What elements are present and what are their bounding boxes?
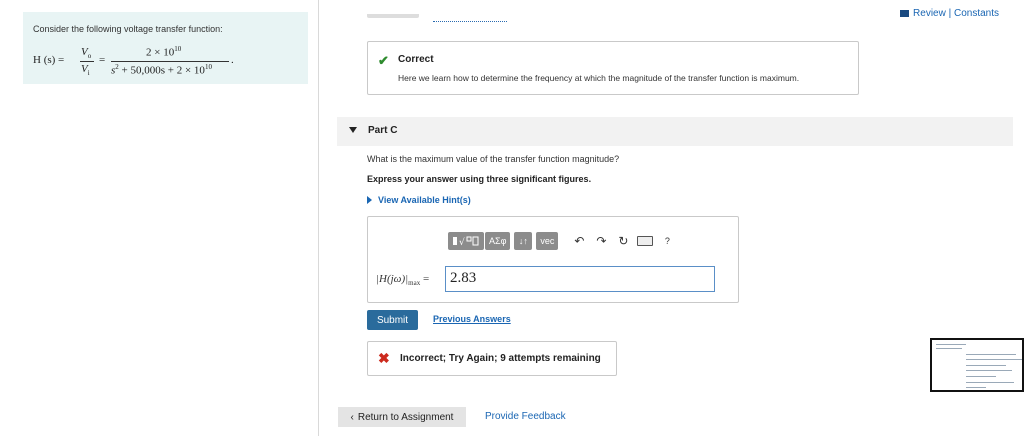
math-toolbar: √ ΑΣφ ↓↑ vec ↶ ↷ ↻ ? <box>448 231 676 251</box>
problem-statement: Consider the following voltage transfer … <box>23 12 308 84</box>
incorrect-message: Incorrect; Try Again; 9 attempts remaini… <box>400 353 601 364</box>
correct-feedback-box: ✔ Correct Here we learn how to determine… <box>367 41 859 95</box>
collapse-triangle-icon[interactable] <box>349 127 357 133</box>
incorrect-feedback-box: ✖ Incorrect; Try Again; 9 attempts remai… <box>367 341 617 376</box>
keyboard-icon[interactable] <box>636 232 654 250</box>
part-c-label: Part C <box>368 125 398 136</box>
greek-symbols-button[interactable]: ΑΣφ <box>485 232 511 250</box>
redo-icon[interactable]: ↷ <box>592 232 610 250</box>
return-to-assignment-button[interactable]: ‹ Return to Assignment <box>338 407 466 427</box>
question-text: What is the maximum value of the transfe… <box>367 154 620 164</box>
submit-button[interactable]: Submit <box>367 310 418 330</box>
previous-submit-button-cut[interactable] <box>367 14 419 18</box>
x-icon: ✖ <box>378 350 390 366</box>
hint-arrow-icon <box>367 196 372 204</box>
review-constants-link[interactable]: Review | Constants <box>900 8 999 19</box>
view-hints-link[interactable]: View Available Hint(s) <box>367 195 471 205</box>
answer-input[interactable]: 2.83 <box>445 266 715 292</box>
transfer-function-equation: H (s) = Vo Vi = 2 × 1010 s2 + 50,000s + … <box>33 44 303 78</box>
checkmark-icon: ✔ <box>378 53 389 68</box>
provide-feedback-link[interactable]: Provide Feedback <box>485 411 566 422</box>
part-c-header[interactable]: Part C <box>337 117 1013 146</box>
page-thumbnail[interactable] <box>930 338 1024 392</box>
correct-title: Correct <box>398 54 434 65</box>
svg-text:√: √ <box>459 237 465 247</box>
reset-icon[interactable]: ↻ <box>614 232 632 250</box>
undo-icon[interactable]: ↶ <box>570 232 588 250</box>
answer-label: |H(jω)|max = <box>376 273 430 288</box>
problem-panel: Consider the following voltage transfer … <box>0 0 319 436</box>
previous-answers-link[interactable]: Previous Answers <box>433 314 511 324</box>
assignment-panel: Review | Constants ✔ Correct Here we lea… <box>319 0 1024 436</box>
vector-button[interactable]: vec <box>536 232 559 250</box>
correct-message: Here we learn how to determine the frequ… <box>398 73 800 83</box>
eq-ratio-denominator: Vi <box>81 63 90 78</box>
previous-answers-link-cut[interactable] <box>433 19 507 22</box>
book-icon <box>900 10 910 17</box>
subscript-arrows-button[interactable]: ↓↑ <box>514 232 533 250</box>
answer-box: √ ΑΣφ ↓↑ vec ↶ ↷ ↻ ? |H(jω)|max = 2.83 <box>367 216 739 303</box>
eq-ratio-numerator: Vo <box>81 46 92 61</box>
eq-equals: = <box>99 54 106 66</box>
eq-denominator: s2 + 50,000s + 2 × 1010 <box>111 63 212 77</box>
problem-intro: Consider the following voltage transfer … <box>33 24 223 34</box>
eq-lhs: H (s) = <box>33 54 65 66</box>
templates-icon[interactable]: √ <box>448 232 484 250</box>
eq-numerator: 2 × 1010 <box>146 45 182 59</box>
chevron-left-icon: ‹ <box>350 411 354 423</box>
help-button[interactable]: ? <box>658 232 676 250</box>
eq-period: . <box>231 54 234 66</box>
instruction-text: Express your answer using three signific… <box>367 174 592 184</box>
